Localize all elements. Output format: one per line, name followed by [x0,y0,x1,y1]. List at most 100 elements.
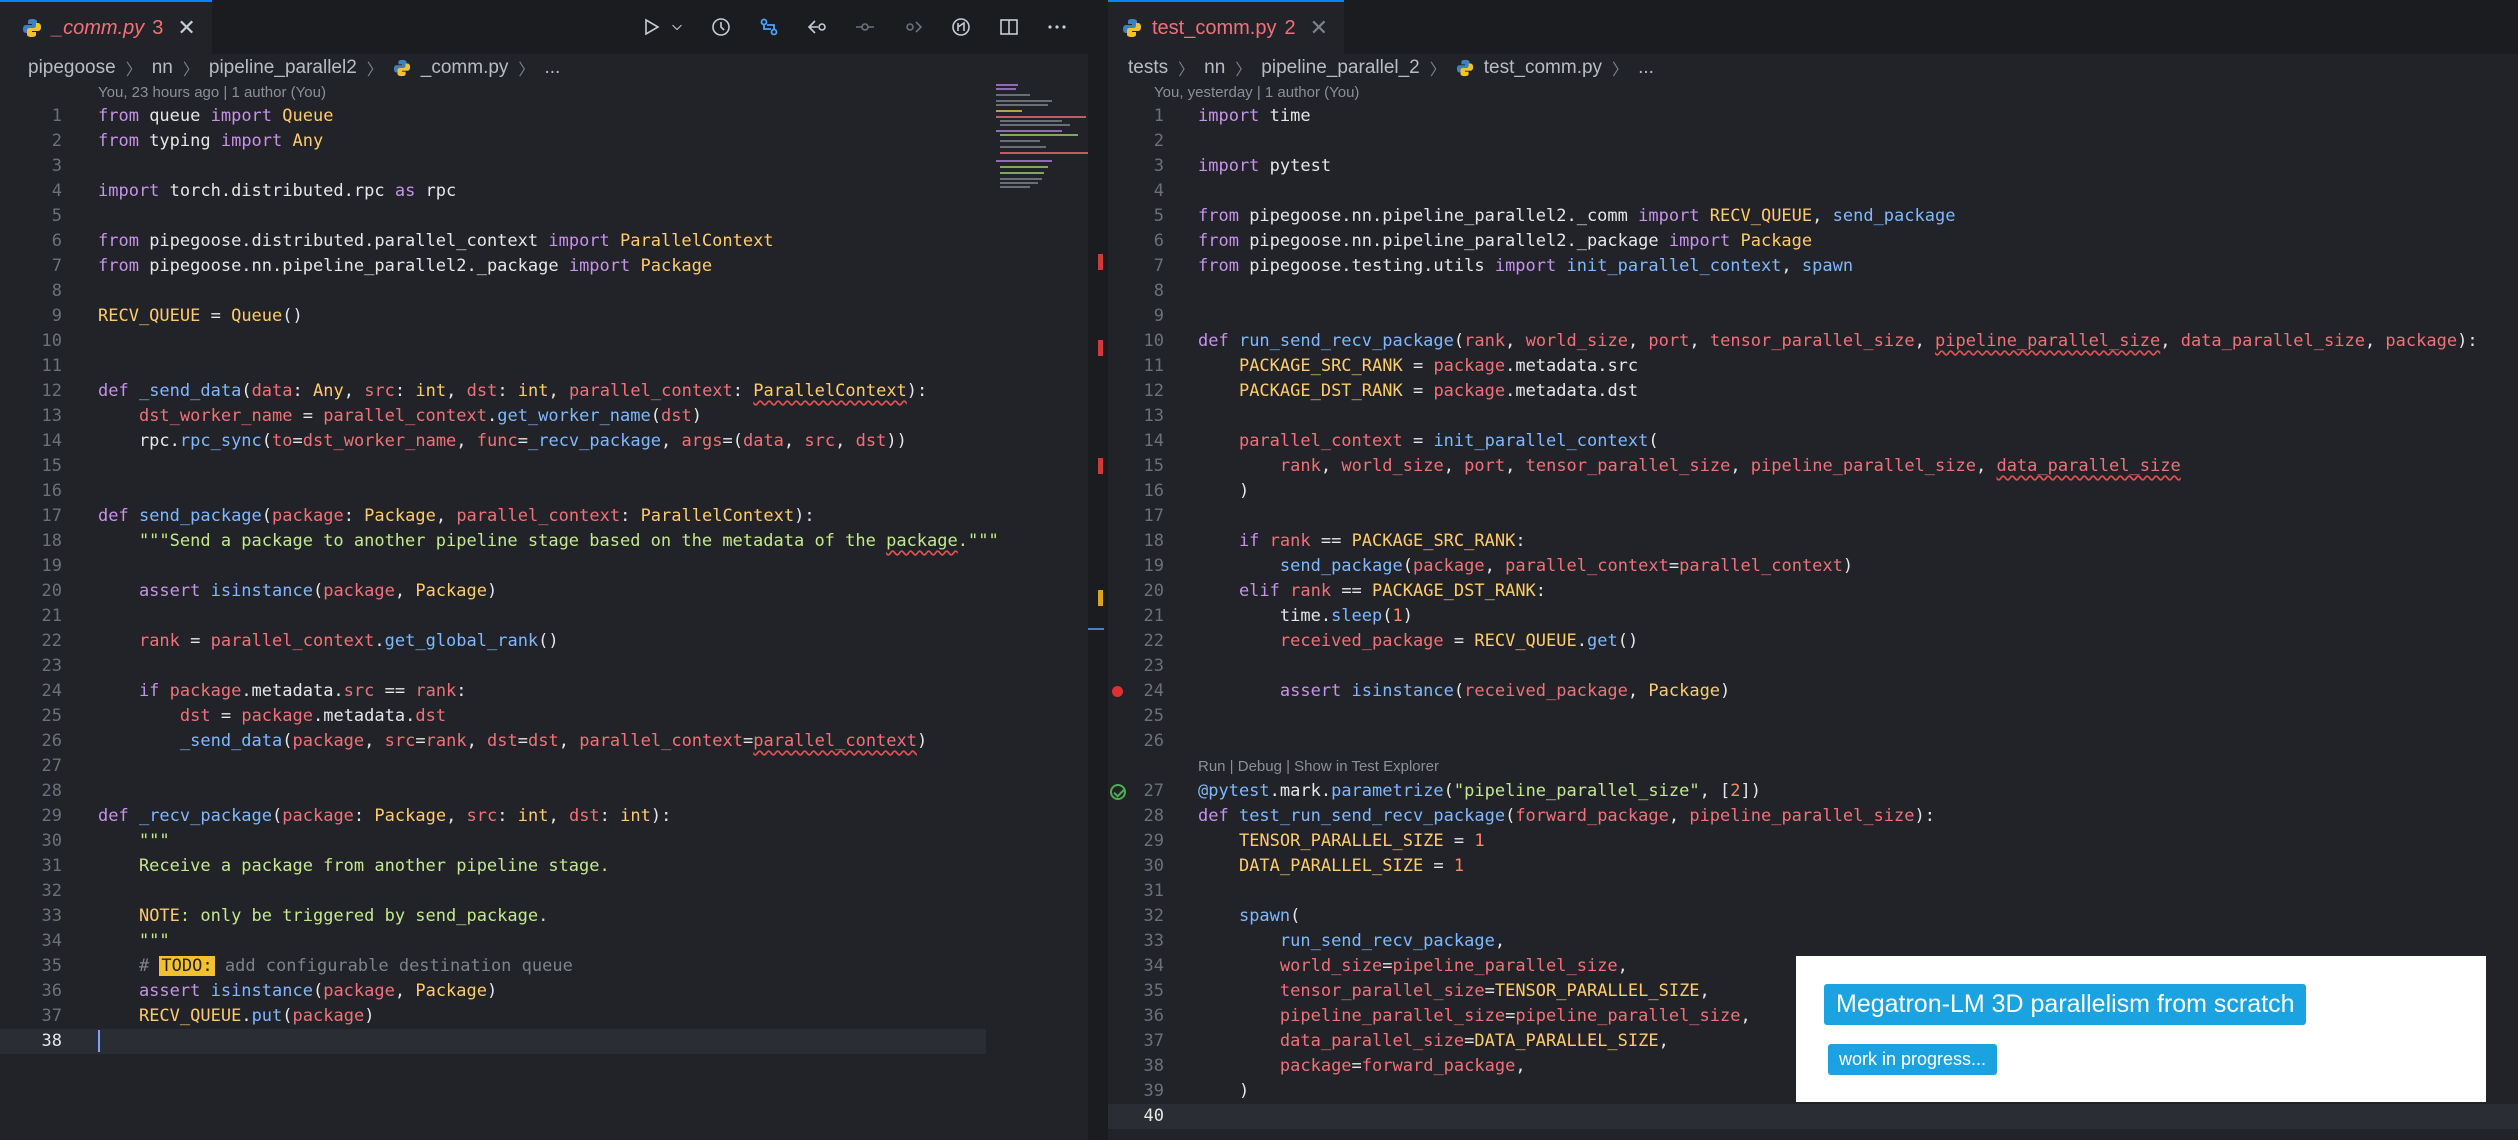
python-file-icon [1123,19,1141,37]
breadcrumb-item[interactable]: nn [1204,57,1225,79]
code-line: 7 from pipegoose.testing.utils import ini… [1153,256,1854,276]
code-line: 14 parallel_context = init_parallel_cont… [1143,431,1659,451]
python-file-icon [23,19,41,37]
breadcrumb-item[interactable]: pipegoose [28,57,116,79]
breakpoint-icon[interactable] [1112,686,1123,697]
code-line: 29 def _recv_package(package: Package, sr… [41,806,672,826]
git-compare-icon[interactable] [758,16,780,38]
code-line: 11 PACKAGE_SRC_RANK = package.metadata.s… [1143,356,1639,376]
code-line: 26 [1143,731,1164,751]
editor-split-divider[interactable] [1088,0,1108,1140]
go-back-icon[interactable] [806,16,828,38]
code-line: 1 import time [1153,106,1311,126]
editor-toolbar [640,0,1068,54]
code-line: 7 from pipegoose.nn.pipeline_parallel2._p… [51,256,713,276]
tab-comm-py[interactable]: _comm.py 3 ✕ [0,0,212,54]
minimap[interactable] [988,80,1088,200]
code-line: 34 """ [41,931,170,951]
code-line: 20 assert isinstance(package, Package) [41,581,498,601]
code-line: 17 def send_package(package: Package, par… [41,506,815,526]
code-line: 37 RECV_QUEUE.put(package) [41,1006,375,1026]
code-line: 4 [1153,181,1164,201]
code-line: 12 PACKAGE_DST_RANK = package.metadata.d… [1143,381,1639,401]
code-line: 2 from typing import Any [51,131,324,151]
timeline-icon[interactable] [710,16,732,38]
overview-warning-marker [1098,590,1103,606]
code-line: 3 import pytest [1153,156,1332,176]
overview-error-marker [1098,254,1103,270]
chevron-down-icon[interactable] [670,16,684,38]
code-editor[interactable]: 1 from queue import Queue 2 from typing im… [0,104,1088,1054]
close-icon[interactable]: ✕ [177,15,195,41]
more-actions-icon[interactable] [1046,16,1068,38]
code-line: 21 time.sleep(1) [1143,606,1413,626]
close-icon[interactable]: ✕ [1310,15,1328,41]
code-line: 27 @pytest.mark.parametrize("pipeline_par… [1108,779,2518,804]
code-line: 31 Receive a package from another pipeli… [41,856,610,876]
breadcrumb-item[interactable]: ... [544,57,560,79]
test-passed-icon[interactable] [1110,784,1126,800]
code-line: 6 from pipegoose.nn.pipeline_parallel2._p… [1153,231,1813,251]
previous-change-icon[interactable] [854,16,876,38]
tab-test-comm-py[interactable]: test_comm.py 2 ✕ [1108,0,1345,54]
breadcrumb-item[interactable]: nn [152,57,173,79]
code-line: 23 [1143,656,1164,676]
code-line-current: 38 [0,1029,986,1054]
code-line: 19 send_package(package, parallel_contex… [1143,556,1854,576]
breadcrumb-item[interactable]: ... [1638,57,1654,79]
overlay-title: Megatron-LM 3D parallelism from scratch [1824,984,2307,1025]
breadcrumb-item[interactable]: test_comm.py [1484,57,1602,79]
video-overlay-banner: Megatron-LM 3D parallelism from scratch … [1796,956,2486,1102]
code-line: 24 if package.metadata.src == rank: [41,681,467,701]
code-line: 16 ) [1143,481,1250,501]
breadcrumb-item[interactable]: tests [1128,57,1168,79]
blame-annotation: You, yesterday | 1 author (You) [1154,84,1360,101]
code-line: 29 TENSOR_PARALLEL_SIZE = 1 [1143,831,1485,851]
overview-error-marker [1098,458,1103,474]
code-line: 17 [1143,506,1164,526]
code-line: 1 from queue import Queue [51,106,334,126]
code-line: 20 elif rank == PACKAGE_DST_RANK: [1143,581,1547,601]
code-line: 28 def test_run_send_recv_package(forward… [1143,806,1935,826]
code-line: 14 rpc.rpc_sync(to=dst_worker_name, func… [41,431,907,451]
code-line: 18 if rank == PACKAGE_SRC_RANK: [1143,531,1526,551]
breadcrumb-item[interactable]: pipeline_parallel_2 [1261,57,1419,79]
chevron-right-icon: 〉 [518,62,535,79]
code-line: 12 def _send_data(data: Any, src: int, ds… [41,381,928,401]
code-line: 15 rank, world_size, port, tensor_parall… [1143,456,2181,476]
code-line: 30 """ [41,831,170,851]
code-line: 5 from pipegoose.nn.pipeline_parallel2._c… [1153,206,1956,226]
code-line: 6 from pipegoose.distributed.parallel_con… [51,231,774,251]
copilot-icon[interactable] [950,16,972,38]
problem-count-badge: 2 [1284,16,1296,39]
blame-annotation: You, 23 hours ago | 1 author (You) [98,84,326,101]
breadcrumb-item[interactable]: _comm.py [421,57,509,79]
code-line: 5 [51,206,62,226]
overview-error-marker [1098,340,1103,356]
breadcrumb-item[interactable]: pipeline_parallel2 [209,57,357,79]
breadcrumb: tests 〉 nn 〉 pipeline_parallel_2 〉 test_com… [1128,54,1654,82]
code-line: 10 def run_send_recv_package(rank, world_… [1143,331,2478,351]
codelens-row: Run | Debug | Show in Test Explorer [1108,754,2518,779]
breadcrumb: pipegoose 〉 nn 〉 pipeline_parallel2 〉 _comm… [28,54,560,82]
right-tab-bar: test_comm.py 2 ✕ [1108,0,2518,54]
code-line: 30 DATA_PARALLEL_SIZE = 1 [1143,856,1465,876]
next-change-icon[interactable] [902,16,924,38]
chevron-right-icon: 〉 [1178,62,1195,79]
overview-cursor-marker [1088,628,1104,630]
chevron-right-icon: 〉 [1429,62,1446,79]
code-line: 11 [41,356,62,376]
codelens-actions[interactable]: Run | Debug | Show in Test Explorer [1198,754,1439,779]
code-line: 9 [1153,306,1164,326]
split-editor-icon[interactable] [998,16,1020,38]
run-icon[interactable] [640,16,662,38]
code-line-current: 40 [1108,1104,2518,1129]
chevron-right-icon: 〉 [366,62,383,79]
code-line: 21 [41,606,62,626]
left-tab-bar: _comm.py 3 ✕ [0,0,1088,54]
chevron-right-icon: 〉 [1235,62,1252,79]
code-line: 10 [41,331,62,351]
code-line: 16 [41,481,62,501]
chevron-right-icon: 〉 [182,62,199,79]
code-line: 35 # TODO: add configurable destination … [41,956,573,976]
